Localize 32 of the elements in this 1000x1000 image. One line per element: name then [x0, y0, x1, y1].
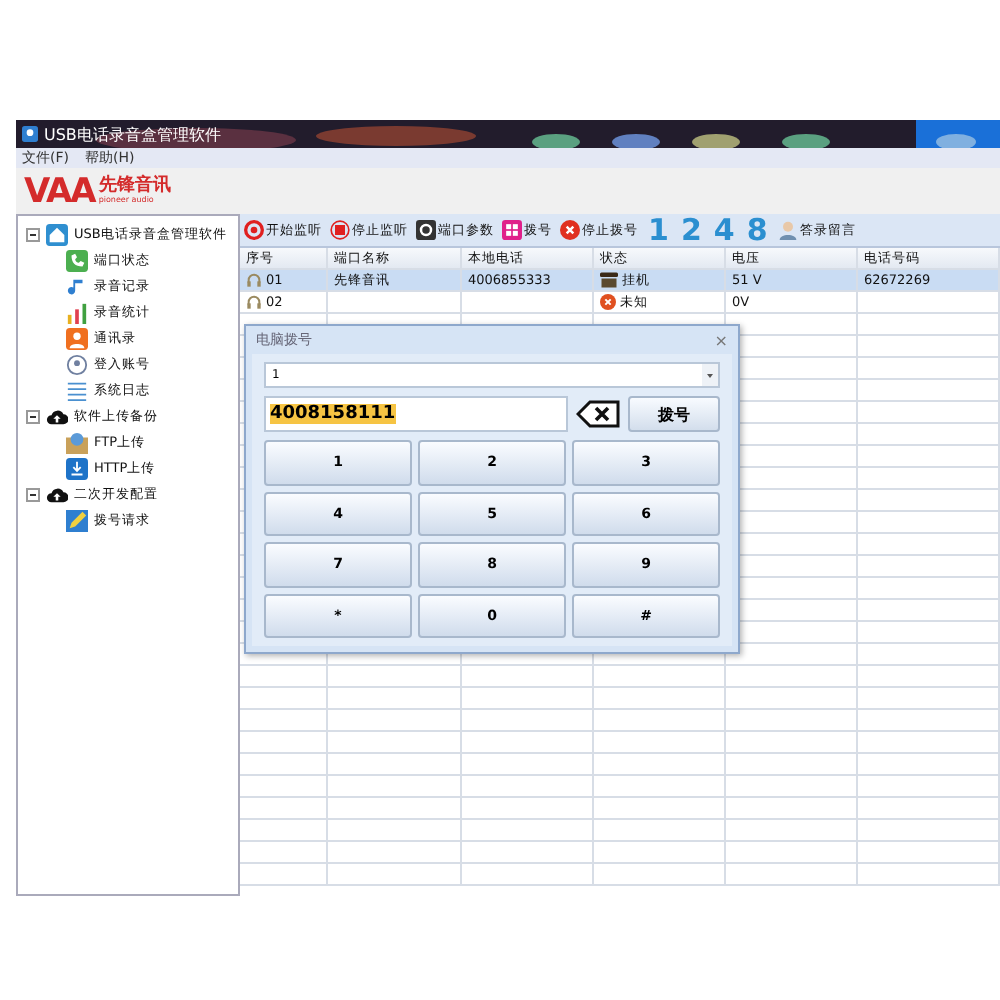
contact-icon [66, 327, 88, 349]
app-icon [22, 126, 38, 142]
headset-icon [246, 294, 262, 310]
dial-button[interactable]: 拨号 [628, 396, 720, 432]
window-title: USB电话录音盒管理软件 [44, 123, 221, 145]
collapse-icon[interactable] [26, 487, 40, 501]
keypad-icon [502, 220, 522, 240]
settings-icon [416, 220, 436, 240]
number-field[interactable]: 4008158111 [264, 396, 568, 432]
backspace-icon[interactable] [576, 400, 620, 428]
collapse-icon[interactable] [26, 227, 40, 241]
home-icon [46, 223, 68, 245]
logo-name: 先锋音讯 [98, 178, 171, 196]
close-button[interactable]: × [714, 331, 728, 349]
logo-mark: VAA [24, 171, 95, 211]
phone-icon [66, 249, 88, 271]
cancel-icon [560, 220, 580, 240]
collapse-icon[interactable] [26, 409, 40, 423]
pen-icon [66, 509, 88, 531]
bar-chart-icon [66, 301, 88, 323]
dropdown-icon [702, 364, 718, 386]
headset-icon [246, 272, 262, 288]
folder-icon [66, 431, 88, 453]
list-icon [66, 379, 88, 401]
cloud-upload-icon [46, 405, 68, 427]
download-icon [66, 457, 88, 479]
cloud-upload-icon [46, 483, 68, 505]
stop-icon [330, 220, 350, 240]
music-note-icon [66, 275, 88, 297]
error-icon [600, 294, 616, 310]
record-icon [244, 220, 264, 240]
person-icon [777, 220, 798, 240]
